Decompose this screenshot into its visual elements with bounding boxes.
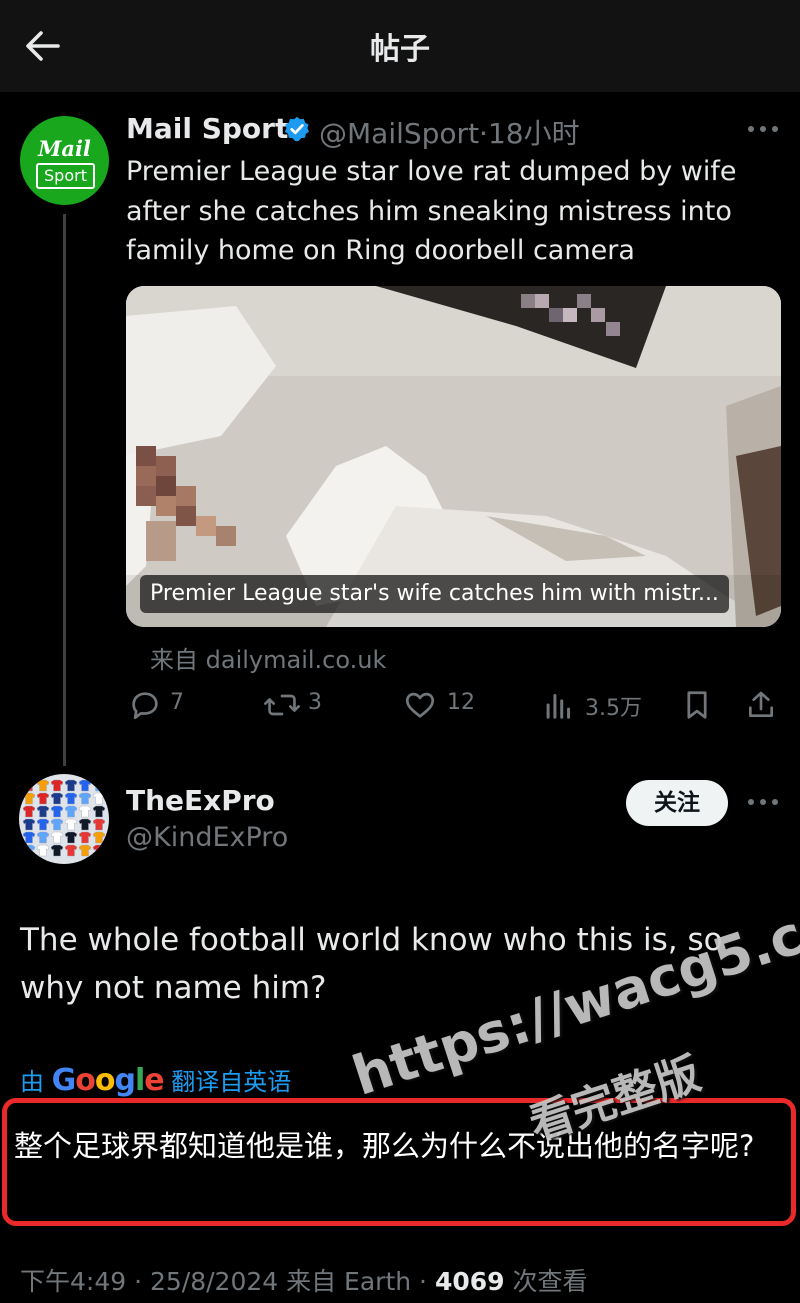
shirt-shape (64, 805, 78, 818)
shirt-shape (36, 792, 50, 805)
author-handle-timestamp[interactable]: @MailSport·18小时 (319, 112, 580, 152)
translated-text: 整个足球界都知道他是谁，那么为什么不说出他的名字呢? (14, 1129, 755, 1163)
link-preview-image[interactable]: Premier League star's wife catches him w… (126, 286, 781, 627)
share-icon (749, 691, 773, 717)
shirt-shape (50, 792, 64, 805)
shirt-shape (36, 805, 50, 818)
shirt-shape (22, 805, 36, 818)
views-bar-chart-icon (546, 693, 571, 719)
bookmark-button[interactable] (682, 686, 714, 726)
shirt-shape (50, 844, 64, 857)
page-title: 帖子 (370, 32, 430, 67)
verified-badge-icon (284, 116, 310, 142)
more-options-icon[interactable] (746, 797, 782, 807)
reply-view-count: 4069 (434, 1267, 505, 1296)
top-bar: 帖子 (0, 0, 800, 92)
translate-prefix: 由 (20, 1068, 44, 1096)
shirt-shape (50, 805, 64, 818)
author-name[interactable]: Mail Sport (126, 112, 288, 145)
translation-attribution[interactable]: 由 Google 翻译自英语 (20, 1062, 291, 1098)
shirt-shape (92, 792, 106, 805)
retweet-icon (264, 694, 300, 716)
shirt-shape (78, 844, 92, 857)
reply-bubble-icon (132, 692, 158, 720)
shirt-shape (64, 779, 78, 792)
like-button[interactable]: 12 (403, 686, 483, 726)
views-label: 次查看 (504, 1267, 588, 1296)
shirt-shape (50, 818, 64, 831)
shirt-shape (50, 779, 64, 792)
shirt-shape (92, 779, 106, 792)
shirt-shape (64, 831, 78, 844)
reply-count: 7 (170, 690, 184, 715)
shirt-shape (36, 818, 50, 831)
avatar-mail-sport[interactable]: Mail Sport (20, 116, 109, 205)
thread-connector-line (63, 214, 66, 766)
shirt-shape (92, 805, 106, 818)
shirt-shape (64, 792, 78, 805)
view-count: 3.5万 (585, 696, 642, 721)
shirt-shape (92, 831, 106, 844)
shirt-shape (50, 831, 64, 844)
reply-author-name[interactable]: TheExPro (126, 784, 275, 817)
avatar-theexpro[interactable] (19, 774, 109, 864)
shirt-shape (36, 844, 50, 857)
shirt-shape (78, 779, 92, 792)
more-options-icon[interactable] (746, 124, 782, 134)
follow-button[interactable]: 关注 (626, 780, 728, 826)
shirt-shape (22, 831, 36, 844)
shirt-shape (78, 792, 92, 805)
mail-logo-text: Mail (38, 136, 91, 161)
retweet-count: 3 (308, 690, 322, 715)
shirt-shape (22, 792, 36, 805)
shirt-shape (92, 818, 106, 831)
retweet-button[interactable]: 3 (264, 686, 334, 726)
reply-author-handle[interactable]: @KindExPro (126, 822, 288, 853)
views-button[interactable]: 3.5万 (544, 686, 654, 726)
shirt-shape (78, 805, 92, 818)
bookmark-icon (687, 691, 707, 719)
shirt-shape (36, 779, 50, 792)
tweet-text: Premier League star love rat dumped by w… (126, 156, 737, 266)
translate-suffix: 翻译自英语 (171, 1068, 292, 1096)
shirt-shape (22, 844, 36, 857)
link-preview-caption: Premier League star's wife catches him w… (140, 575, 729, 613)
google-logo: Google (51, 1063, 165, 1098)
shirt-shape (36, 831, 50, 844)
shirt-shape (22, 818, 36, 831)
shirt-shape (64, 818, 78, 831)
shirt-shape (22, 779, 36, 792)
tweet-meta: 下午4:49 · 25/8/2024 来自 Earth · 4069 次查看 (20, 1262, 588, 1298)
reply-button[interactable]: 7 (128, 686, 198, 726)
heart-icon (405, 692, 435, 718)
football-shirts-avatar-image (22, 779, 106, 857)
shirt-shape (78, 831, 92, 844)
sport-logo-text: Sport (36, 163, 95, 189)
link-source-domain[interactable]: 来自 dailymail.co.uk (150, 640, 386, 675)
shirt-shape (78, 818, 92, 831)
timestamp-source: 下午4:49 · 25/8/2024 来自 Earth · (20, 1267, 435, 1296)
shirt-shape (92, 844, 106, 857)
shirt-shape (64, 844, 78, 857)
share-button[interactable] (745, 686, 779, 726)
like-count: 12 (447, 690, 475, 715)
